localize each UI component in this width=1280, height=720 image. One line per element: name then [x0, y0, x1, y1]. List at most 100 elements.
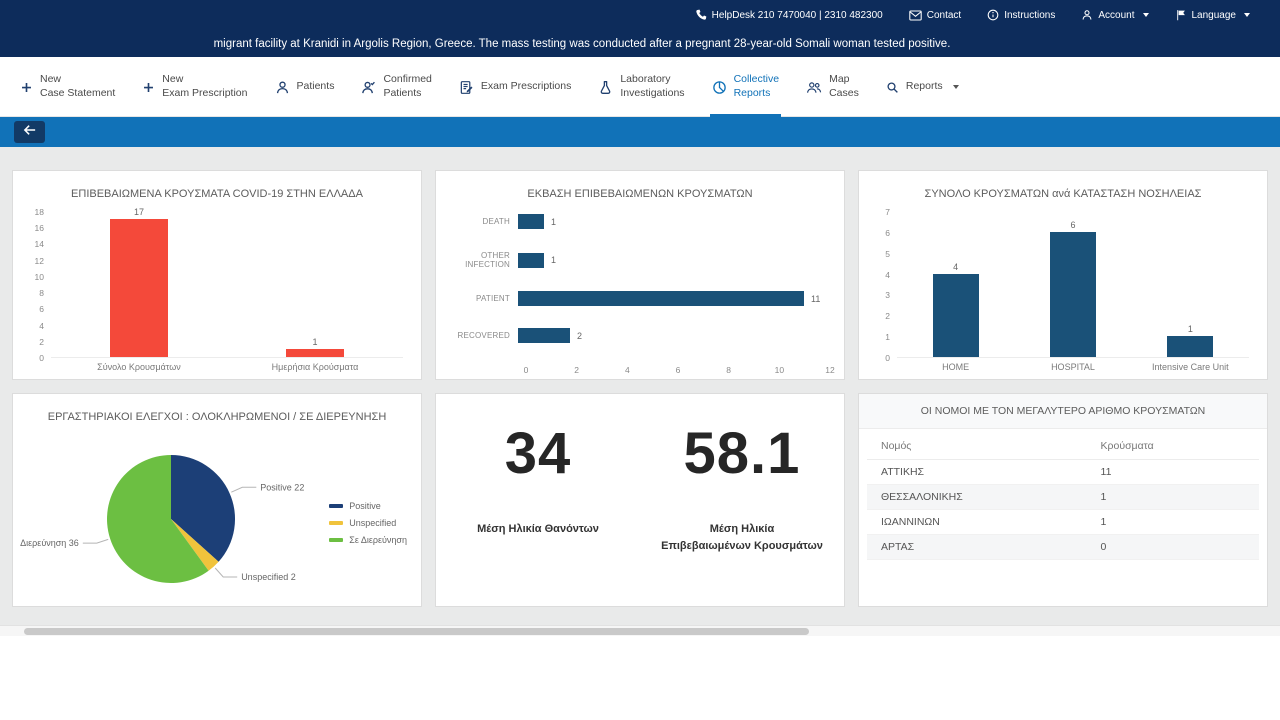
- horizontal-bar-chart-area: DEATH 1 OTHER INFECTION 1 PATIENT 11 RECOVERED…: [436, 200, 844, 377]
- nav-item-exam-prescriptions[interactable]: Exam Prescriptions: [459, 57, 571, 117]
- account-text: Account: [1098, 9, 1135, 21]
- lab-tests-pie-chart: Positive 22 Unspecified 2 Σε Διερεύνηση 36…: [13, 423, 421, 606]
- legend-swatch: [329, 521, 344, 525]
- prefecture-table-body: ΑΤΤΙΚΗΣ 11 ΘΕΣΣΑΛΟΝΙΚΗΣ 1 ΙΩΑΝΝΙΝΩΝ 1 ΑΡΤΑΣ 0: [867, 459, 1259, 560]
- y-axis-tick: 0: [885, 353, 890, 363]
- bar: [1167, 336, 1214, 357]
- bar: [518, 328, 570, 343]
- chevron-down-icon: [1142, 13, 1149, 17]
- y-axis: 0 1 2 3 4 5 6 7: [873, 207, 897, 363]
- stat-mean-age-confirmed: 58.1 Μέση Ηλικία Επιβεβαιωμένων Κρουσμάτ…: [640, 420, 844, 606]
- nav-label-line1: New: [40, 73, 62, 86]
- prefecture-cell: ΙΩΑΝΝΙΝΩΝ: [867, 509, 1087, 535]
- horizontal-scrollbar[interactable]: [0, 625, 1280, 636]
- panel-lab-tests-pie: ΕΡΓΑΣΤΗΡΙΑΚΟΙ ΕΛΕΓΧΟΙ : ΟΛΟΚΛΗΡΩΜΕΝΟΙ / …: [12, 393, 422, 607]
- legend-item[interactable]: Unspecified: [329, 518, 407, 528]
- panel-title: ΕΡΓΑΣΤΗΡΙΑΚΟΙ ΕΛΕΓΧΟΙ : ΟΛΟΚΛΗΡΩΜΕΝΟΙ / …: [47, 411, 387, 423]
- table-row: ΑΡΤΑΣ 0: [867, 534, 1259, 560]
- bar: [932, 273, 979, 357]
- panel-top-prefectures-table: ΟΙ ΝΟΜΟΙ ΜΕ ΤΟΝ ΜΕΓΑΛΥΤΕΡΟ ΑΡΙΘΜΟ ΚΡΟΥΣΜ…: [858, 393, 1268, 607]
- bar-track: 2: [518, 328, 830, 343]
- bar: [1049, 231, 1096, 357]
- flag-icon: [1175, 9, 1187, 21]
- y-axis-tick: 7: [885, 207, 890, 217]
- category-label: Intensive Care Unit: [1152, 362, 1229, 372]
- outcome-horizontal-bar-chart: DEATH 1 OTHER INFECTION 1 PATIENT 11 RECOVERED…: [436, 200, 844, 377]
- language-menu[interactable]: Language: [1175, 9, 1250, 21]
- legend-item[interactable]: Σε Διερεύνηση: [329, 535, 407, 545]
- nav-item-map-cases[interactable]: Map Cases: [806, 57, 859, 117]
- y-axis-tick: 1: [885, 332, 890, 343]
- table-title: ΟΙ ΝΟΜΟΙ ΜΕ ΤΟΝ ΜΕΓΑΛΥΤΕΡΟ ΑΡΙΘΜΟ ΚΡΟΥΣΜ…: [859, 394, 1267, 429]
- y-axis-tick: 4: [885, 269, 890, 280]
- back-button[interactable]: [14, 121, 45, 143]
- bar-value-label: 17: [133, 207, 144, 218]
- scrollbar-thumb[interactable]: [24, 628, 809, 635]
- arrow-left-icon: [23, 123, 37, 141]
- y-axis-tick: 6: [39, 304, 44, 315]
- nav-label-line1: Reports: [905, 80, 943, 93]
- nav-item-new-case-statement[interactable]: New Case Statement: [20, 57, 115, 117]
- bar: [518, 214, 544, 229]
- category-label: HOME: [942, 362, 970, 372]
- prefecture-cell: ΑΡΤΑΣ: [867, 534, 1087, 560]
- bar-value-label: 1: [550, 255, 556, 265]
- nav-label-line2: Reports: [733, 87, 771, 99]
- nav-item-new-exam-prescription[interactable]: New Exam Prescription: [142, 57, 248, 117]
- y-axis-tick: 0: [39, 353, 44, 363]
- bar-row: PATIENT 11: [442, 291, 830, 306]
- account-menu[interactable]: Account: [1081, 9, 1149, 21]
- main-navigation: New Case Statement New Exam Prescription P…: [0, 57, 1280, 117]
- callout-line: [82, 538, 109, 544]
- slice-label: Unspecified 2: [241, 572, 296, 582]
- nav-label-line2: Patients: [383, 87, 422, 99]
- helpdesk-text: HelpDesk 210 7470040 | 2310 482300: [711, 9, 883, 21]
- legend-label: Unspecified: [349, 518, 397, 528]
- action-bar: [0, 117, 1280, 147]
- bar: [110, 219, 168, 357]
- nav-item-confirmed-patients[interactable]: Confirmed Patients: [361, 57, 432, 117]
- nav-item-patients[interactable]: Patients: [275, 57, 335, 117]
- y-axis: 0 2 4 6 8 10 12 14 16 18: [27, 207, 51, 363]
- nav-label-line1: Confirmed: [383, 73, 432, 86]
- table-row: ΙΩΑΝΝΙΝΩΝ 1: [867, 509, 1259, 535]
- bar-value-label: 1: [1187, 324, 1193, 335]
- nav-label-line1: Patients: [296, 80, 335, 93]
- category-label: OTHER INFECTION: [465, 251, 510, 269]
- envelope-icon: [909, 10, 922, 21]
- contact-link[interactable]: Contact: [909, 10, 961, 21]
- dashboard-row-top: ΕΠΙΒΕΒΑΙΩΜΕΝΑ ΚΡΟΥΣΜΑΤΑ COVID-19 ΣΤΗΝ ΕΛ…: [12, 170, 1268, 380]
- legend-item[interactable]: Positive: [329, 501, 407, 511]
- x-axis-tick: 10: [774, 365, 785, 375]
- y-axis-tick: 3: [885, 290, 890, 301]
- bar-row: OTHER INFECTION 1: [442, 251, 830, 269]
- document-pencil-icon: [459, 80, 474, 95]
- bar-track: 1: [518, 252, 830, 268]
- panel-hospitalization-chart: ΣΥΝΟΛΟ ΚΡΟΥΣΜΑΤΩΝ ανά ΚΑΤΑΣΤΑΣΗ ΝΟΣΗΛΕΙΑ…: [858, 170, 1268, 380]
- y-axis-tick: 4: [39, 320, 44, 331]
- pie-chart: Positive 22 Unspecified 2 Σε Διερεύνηση 36: [13, 455, 304, 583]
- category-label: HOSPITAL: [1051, 362, 1095, 372]
- nav-label-line1: Collective: [733, 73, 780, 86]
- helpdesk-link[interactable]: HelpDesk 210 7470040 | 2310 482300: [695, 9, 883, 21]
- panel-age-statistics: 34 Μέση Ηλικία Θανόντων 58.1 Μέση Ηλικία…: [435, 393, 845, 607]
- nav-item-collective-reports[interactable]: Collective Reports: [709, 57, 781, 117]
- nav-label-line1: Map: [829, 73, 850, 86]
- prefecture-cell: ΘΕΣΣΑΛΟΝΙΚΗΣ: [867, 484, 1087, 510]
- stat-label: Μέση Ηλικία Επιβεβαιωμένων Κρουσμάτων: [661, 523, 823, 553]
- y-axis-tick: 2: [885, 311, 890, 322]
- flask-icon: [598, 80, 613, 95]
- nav-item-reports-menu[interactable]: Reports: [886, 57, 959, 117]
- nav-label-line2: Case Statement: [40, 87, 116, 99]
- category-label: Ημερήσια Κρούσματα: [271, 362, 359, 372]
- nav-label-line1: Exam Prescriptions: [480, 80, 572, 93]
- cases-cell: 0: [1086, 534, 1259, 560]
- instructions-link[interactable]: Instructions: [987, 9, 1055, 21]
- plus-icon: [20, 81, 33, 94]
- nav-item-laboratory-investigations[interactable]: Laboratory Investigations: [598, 57, 685, 117]
- dashboard: ΕΠΙΒΕΒΑΙΩΜΕΝΑ ΚΡΟΥΣΜΑΤΑ COVID-19 ΣΤΗΝ ΕΛ…: [0, 147, 1280, 625]
- panel-confirmed-cases-chart: ΕΠΙΒΕΒΑΙΩΜΕΝΑ ΚΡΟΥΣΜΑΤΑ COVID-19 ΣΤΗΝ ΕΛ…: [12, 170, 422, 380]
- bar: [286, 348, 344, 357]
- x-axis-tick: 12: [825, 365, 835, 375]
- y-axis-tick: 6: [885, 227, 890, 238]
